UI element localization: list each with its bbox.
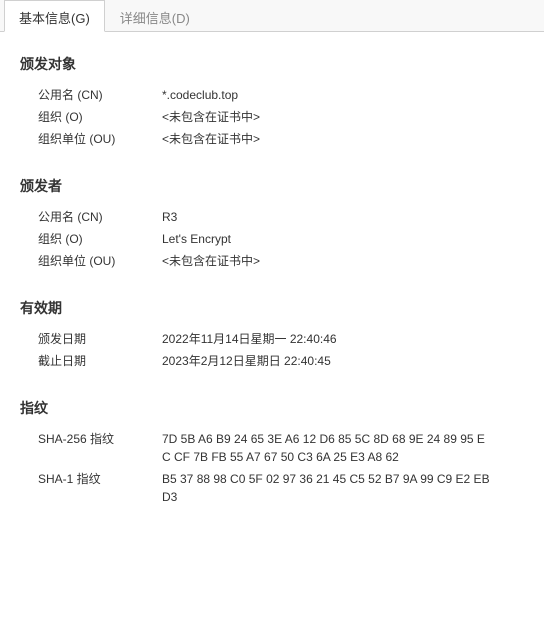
subject-o-label: 组织 (O) — [38, 108, 162, 125]
fingerprints-title: 指纹 — [20, 398, 524, 418]
subject-ou-row: 组织单位 (OU) <未包含在证书中> — [38, 128, 524, 150]
subject-o-value: <未包含在证书中> — [162, 108, 260, 126]
issuer-o-label: 组织 (O) — [38, 230, 162, 247]
subject-cn-row: 公用名 (CN) *.codeclub.top — [38, 84, 524, 106]
subject-section: 颁发对象 公用名 (CN) *.codeclub.top 组织 (O) <未包含… — [20, 54, 524, 150]
subject-cn-label: 公用名 (CN) — [38, 86, 162, 103]
sha1-row: SHA-1 指纹 B5 37 88 98 C0 5F 02 97 36 21 4… — [38, 468, 524, 508]
fingerprints-section: 指纹 SHA-256 指纹 7D 5B A6 B9 24 65 3E A6 12… — [20, 398, 524, 508]
expires-date-row: 截止日期 2023年2月12日星期日 22:40:45 — [38, 350, 524, 372]
sha256-label: SHA-256 指纹 — [38, 430, 162, 447]
validity-section: 有效期 颁发日期 2022年11月14日星期一 22:40:46 截止日期 20… — [20, 298, 524, 372]
expires-date-value: 2023年2月12日星期日 22:40:45 — [162, 352, 331, 370]
issuer-cn-value: R3 — [162, 208, 177, 226]
issuer-cn-row: 公用名 (CN) R3 — [38, 206, 524, 228]
issuer-o-row: 组织 (O) Let's Encrypt — [38, 228, 524, 250]
issuer-o-value: Let's Encrypt — [162, 230, 231, 248]
sha256-value: 7D 5B A6 B9 24 65 3E A6 12 D6 85 5C 8D 6… — [162, 430, 492, 466]
certificate-content: 颁发对象 公用名 (CN) *.codeclub.top 组织 (O) <未包含… — [0, 32, 544, 554]
issuer-section: 颁发者 公用名 (CN) R3 组织 (O) Let's Encrypt 组织单… — [20, 176, 524, 272]
subject-cn-value: *.codeclub.top — [162, 86, 238, 104]
tab-bar: 基本信息(G) 详细信息(D) — [0, 0, 544, 32]
sha256-row: SHA-256 指纹 7D 5B A6 B9 24 65 3E A6 12 D6… — [38, 428, 524, 468]
issued-date-row: 颁发日期 2022年11月14日星期一 22:40:46 — [38, 328, 524, 350]
tab-detail-info[interactable]: 详细信息(D) — [105, 0, 205, 31]
tab-basic-info[interactable]: 基本信息(G) — [4, 0, 105, 32]
subject-title: 颁发对象 — [20, 54, 524, 74]
issuer-cn-label: 公用名 (CN) — [38, 208, 162, 225]
issuer-ou-row: 组织单位 (OU) <未包含在证书中> — [38, 250, 524, 272]
issuer-ou-value: <未包含在证书中> — [162, 252, 260, 270]
subject-ou-value: <未包含在证书中> — [162, 130, 260, 148]
sha1-label: SHA-1 指纹 — [38, 470, 162, 487]
issuer-ou-label: 组织单位 (OU) — [38, 252, 162, 269]
issued-date-value: 2022年11月14日星期一 22:40:46 — [162, 330, 337, 348]
sha1-value: B5 37 88 98 C0 5F 02 97 36 21 45 C5 52 B… — [162, 470, 492, 506]
expires-date-label: 截止日期 — [38, 352, 162, 369]
subject-ou-label: 组织单位 (OU) — [38, 130, 162, 147]
subject-o-row: 组织 (O) <未包含在证书中> — [38, 106, 524, 128]
validity-title: 有效期 — [20, 298, 524, 318]
issued-date-label: 颁发日期 — [38, 330, 162, 347]
issuer-title: 颁发者 — [20, 176, 524, 196]
